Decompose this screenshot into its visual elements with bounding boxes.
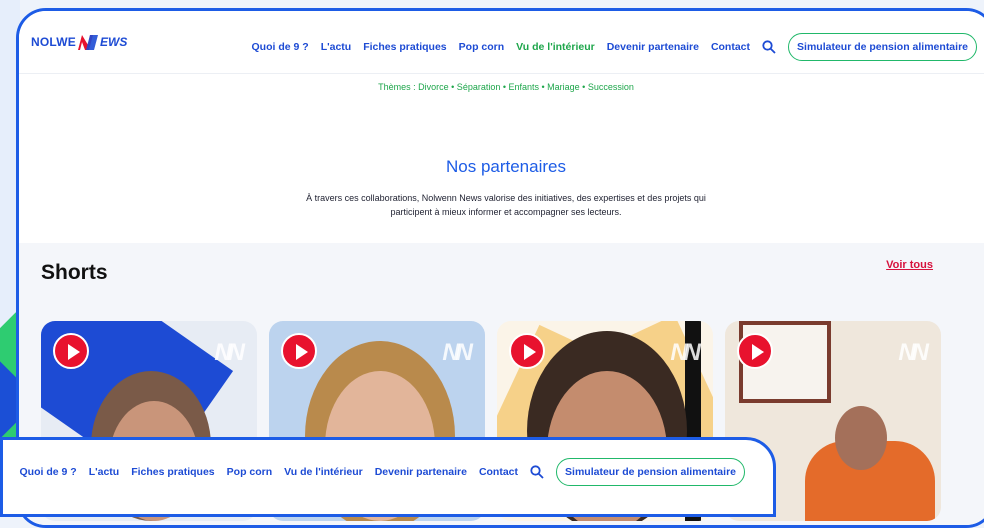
nav-pop-corn[interactable]: Pop corn — [459, 41, 505, 53]
site-header: NOLWE EWS Quoi de 9 ? L'actu Fiches prat… — [19, 11, 984, 74]
nav-lactu[interactable]: L'actu — [321, 41, 352, 53]
simulator-button[interactable]: Simulateur de pension alimentaire — [556, 458, 745, 486]
nav-devenir-partenaire[interactable]: Devenir partenaire — [607, 41, 699, 53]
site-logo[interactable]: NOLWE EWS — [31, 33, 127, 51]
nav-vu-de-linterieur[interactable]: Vu de l'intérieur — [516, 41, 595, 53]
nav-contact[interactable]: Contact — [479, 466, 518, 478]
search-icon[interactable] — [530, 465, 544, 479]
nn-watermark-icon: NN — [898, 339, 929, 366]
sticky-header: Quoi de 9 ? L'actu Fiches pratiques Pop … — [0, 437, 776, 517]
nav-pop-corn[interactable]: Pop corn — [227, 466, 273, 478]
play-icon[interactable] — [281, 333, 317, 369]
nav-vu-de-linterieur[interactable]: Vu de l'intérieur — [284, 466, 363, 478]
themes-bar: Thèmes : Divorce • Séparation • Enfants … — [19, 73, 984, 110]
see-all-link[interactable]: Voir tous — [886, 259, 933, 271]
nav-contact[interactable]: Contact — [711, 41, 750, 53]
partners-description: À travers ces collaborations, Nolwenn Ne… — [306, 193, 706, 217]
search-icon[interactable] — [762, 40, 776, 54]
play-icon[interactable] — [737, 333, 773, 369]
nn-watermark-icon: NN — [670, 339, 701, 366]
partners-title: Nos partenaires — [445, 157, 566, 176]
logo-text-nolwe: NOLWE — [31, 35, 76, 49]
sticky-nav: Quoi de 9 ? L'actu Fiches pratiques Pop … — [20, 458, 745, 486]
play-icon[interactable] — [509, 333, 545, 369]
nav-devenir-partenaire[interactable]: Devenir partenaire — [375, 466, 467, 478]
nn-watermark-icon: NN — [442, 339, 473, 366]
shorts-title: Shorts — [41, 261, 108, 284]
nn-watermark-icon: NN — [214, 339, 245, 366]
partners-section: Nos partenaires À travers ces collaborat… — [19, 109, 984, 243]
nav-fiches-pratiques[interactable]: Fiches pratiques — [131, 466, 214, 478]
nav-quoi-de-9[interactable]: Quoi de 9 ? — [20, 466, 77, 478]
nav-fiches-pratiques[interactable]: Fiches pratiques — [363, 41, 446, 53]
nav-lactu[interactable]: L'actu — [89, 466, 120, 478]
play-icon[interactable] — [53, 333, 89, 369]
nav-quoi-de-9[interactable]: Quoi de 9 ? — [252, 41, 309, 53]
logo-text-news: EWS — [100, 35, 128, 49]
main-nav: Quoi de 9 ? L'actu Fiches pratiques Pop … — [252, 33, 977, 61]
simulator-button[interactable]: Simulateur de pension alimentaire — [788, 33, 977, 61]
logo-n-icon — [78, 35, 98, 50]
